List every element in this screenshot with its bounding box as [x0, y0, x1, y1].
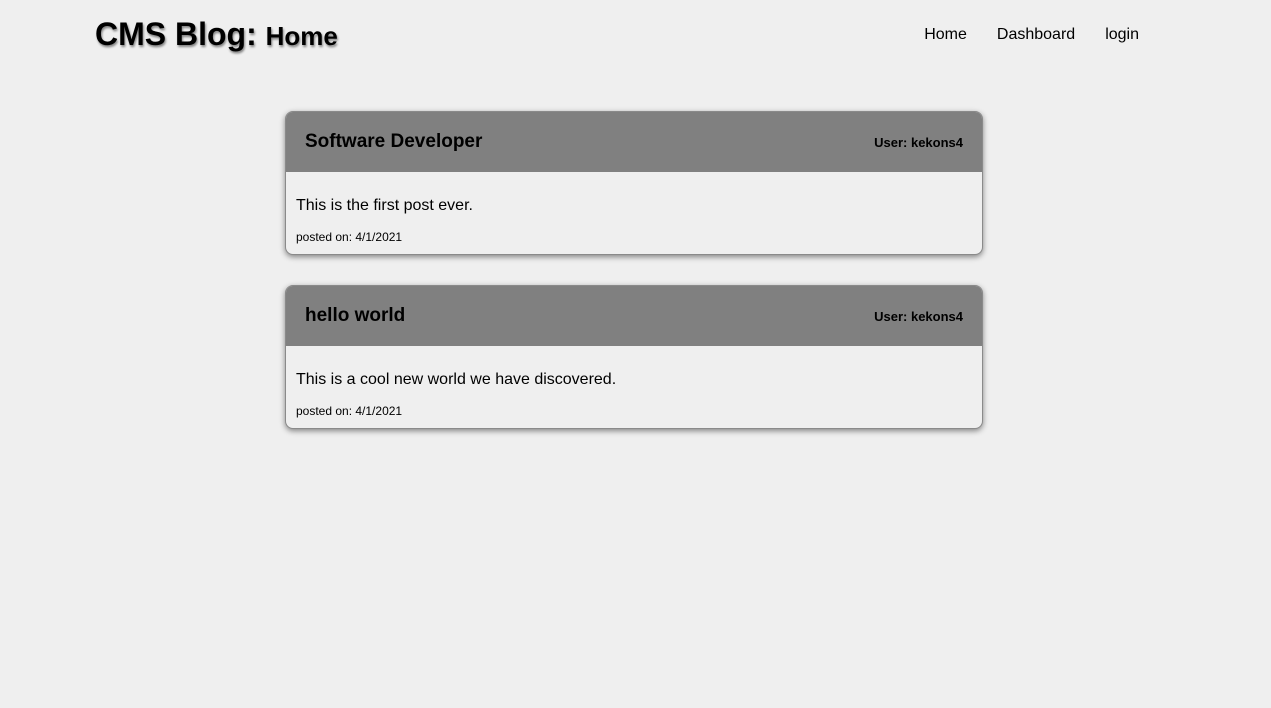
- post-body: This is a cool new world we have discove…: [286, 346, 982, 428]
- post-title: Software Developer: [305, 131, 483, 152]
- site-title-page: Home: [265, 21, 338, 51]
- post-card[interactable]: hello world User: kekons4 This is a cool…: [285, 285, 983, 429]
- post-body: This is the first post ever. posted on: …: [286, 172, 982, 254]
- post-card[interactable]: Software Developer User: kekons4 This is…: [285, 111, 983, 255]
- site-title: CMS Blog: Home: [95, 16, 338, 53]
- post-date: posted on: 4/1/2021: [296, 404, 403, 418]
- post-title: hello world: [305, 305, 406, 326]
- post-author: User: kekons4: [874, 308, 963, 324]
- site-header: CMS Blog: Home Home Dashboard login: [0, 0, 1271, 80]
- post-header: Software Developer User: kekons4: [286, 112, 982, 172]
- post-author: User: kekons4: [874, 134, 963, 150]
- nav-dashboard-link[interactable]: Dashboard: [997, 26, 1075, 44]
- post-list: Software Developer User: kekons4 This is…: [285, 111, 983, 459]
- nav-home-link[interactable]: Home: [924, 26, 967, 44]
- post-content: This is the first post ever.: [296, 197, 473, 214]
- nav-login-link[interactable]: login: [1105, 26, 1139, 44]
- post-header: hello world User: kekons4: [286, 286, 982, 346]
- main-nav: Home Dashboard login: [924, 26, 1139, 44]
- post-content: This is a cool new world we have discove…: [296, 371, 617, 388]
- site-title-main: CMS Blog:: [95, 16, 257, 52]
- post-date: posted on: 4/1/2021: [296, 230, 403, 244]
